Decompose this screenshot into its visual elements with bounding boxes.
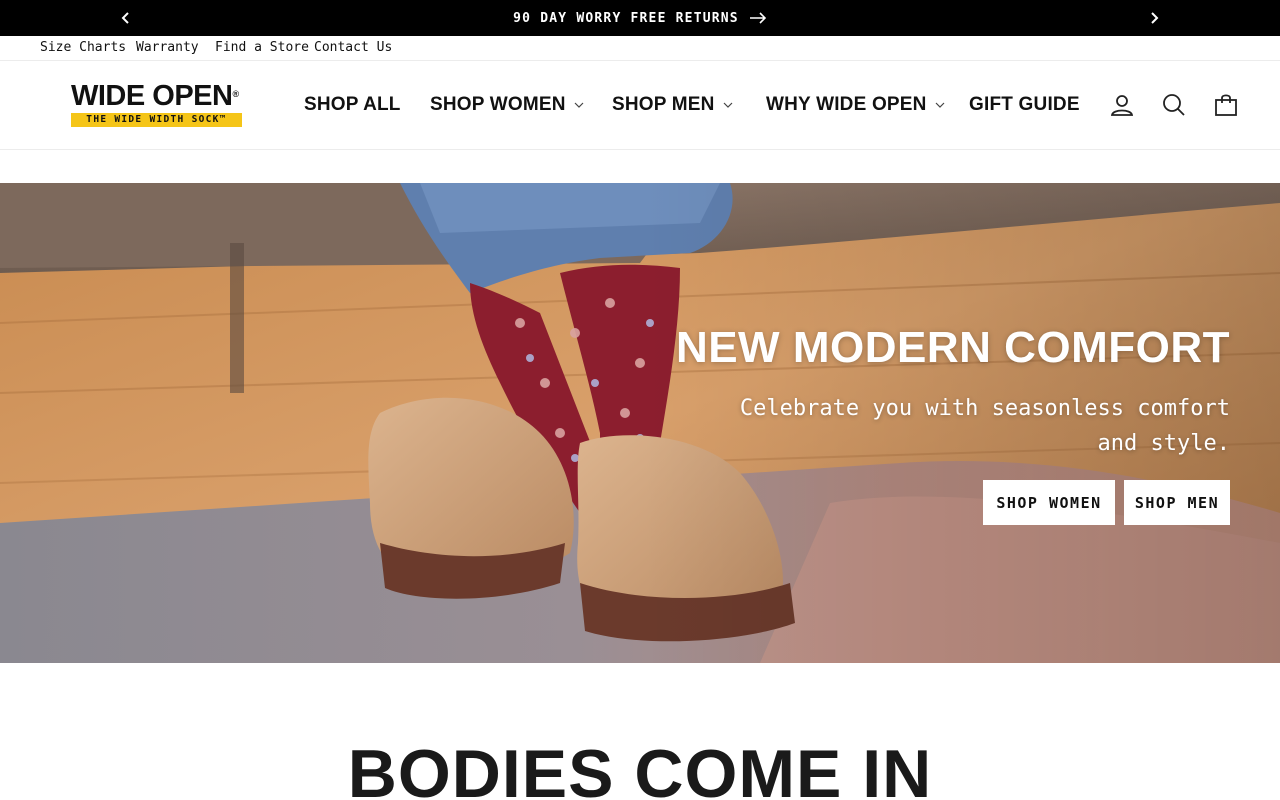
site-logo[interactable]: WIDE OPEN® THE WIDE WIDTH SOCK™ xyxy=(71,81,251,129)
hero-shop-men-button[interactable]: SHOP MEN xyxy=(1124,480,1230,525)
nav-shop-men-label: SHOP MEN xyxy=(612,94,715,115)
nav-shop-all[interactable]: SHOP ALL xyxy=(304,91,401,119)
logo-wordmark: WIDE OPEN® xyxy=(71,80,239,112)
nav-gift-guide-label: GIFT GUIDE xyxy=(969,94,1080,115)
hero-subtitle: Celebrate you with seasonless comfort an… xyxy=(739,396,1230,456)
utility-nav: Size Charts Warranty Find a Store Contac… xyxy=(0,36,1280,61)
find-a-store-link[interactable]: Find a Store xyxy=(215,40,309,55)
announcement-next-button[interactable] xyxy=(1136,0,1172,36)
size-charts-link[interactable]: Size Charts xyxy=(40,40,126,55)
search-button[interactable] xyxy=(1160,91,1188,119)
nav-gift-guide[interactable]: GIFT GUIDE xyxy=(969,91,1080,119)
cart-button[interactable] xyxy=(1212,91,1240,119)
account-icon xyxy=(1110,95,1134,116)
announcement-bar: 90 DAY WORRY FREE RETURNS xyxy=(0,0,1280,36)
cart-icon xyxy=(1215,94,1237,116)
search-icon xyxy=(1163,94,1185,116)
account-button[interactable] xyxy=(1108,91,1136,119)
logo-tagline: THE WIDE WIDTH SOCK™ xyxy=(71,113,242,127)
nav-why-wide-open-label: WHY WIDE OPEN xyxy=(766,94,927,115)
chevron-down-icon xyxy=(723,102,733,108)
site-header: WIDE OPEN® THE WIDE WIDTH SOCK™ SHOP ALL… xyxy=(0,61,1280,150)
nav-why-wide-open[interactable]: WHY WIDE OPEN xyxy=(766,91,945,119)
nav-shop-men[interactable]: SHOP MEN xyxy=(612,91,733,119)
nav-shop-all-label: SHOP ALL xyxy=(304,94,401,115)
hero-banner: NEW MODERN COMFORT Celebrate you with se… xyxy=(0,183,1280,663)
chevron-right-icon xyxy=(1151,12,1159,24)
hero-shop-women-button[interactable]: SHOP WOMEN xyxy=(983,480,1115,525)
hero-title: NEW MODERN COMFORT xyxy=(675,323,1230,372)
announcement-link[interactable]: 90 DAY WORRY FREE RETURNS xyxy=(0,0,1280,36)
nav-shop-women[interactable]: SHOP WOMEN xyxy=(430,91,584,119)
section-heading: BODIES COME IN xyxy=(347,736,933,800)
announcement-text: 90 DAY WORRY FREE RETURNS xyxy=(513,10,739,26)
contact-us-link[interactable]: Contact Us xyxy=(314,40,392,55)
chevron-down-icon xyxy=(574,102,584,108)
arrow-right-icon xyxy=(749,12,766,24)
warranty-link[interactable]: Warranty xyxy=(136,40,199,55)
nav-shop-women-label: SHOP WOMEN xyxy=(430,94,566,115)
chevron-down-icon xyxy=(935,102,945,108)
